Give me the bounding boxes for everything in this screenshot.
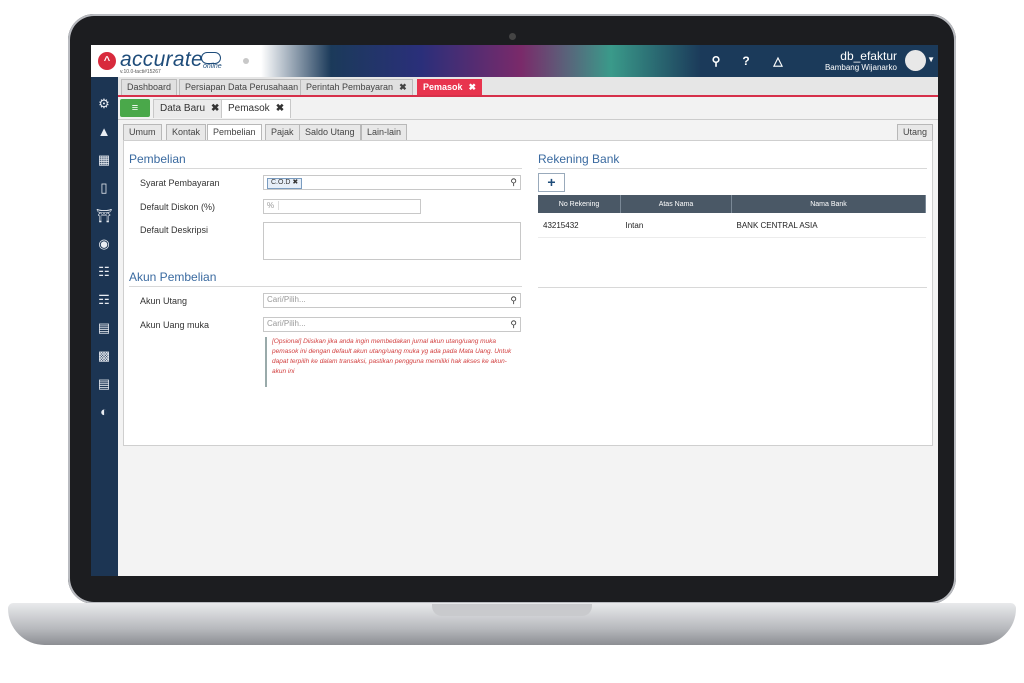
tab-label: Persiapan Data Perusahaan: [185, 82, 299, 92]
akun-utang-label: Akun Utang: [140, 296, 188, 306]
percent-suffix: %: [267, 201, 280, 210]
divider: [538, 287, 927, 288]
akun-note: [Opsional] Diisikan jika anda ingin memb…: [265, 337, 517, 387]
ledger-icon[interactable]: ▦: [95, 151, 113, 169]
camera-icon: [509, 33, 516, 40]
bag-icon[interactable]: ◉: [95, 235, 113, 253]
add-rekening-button[interactable]: +: [538, 173, 565, 192]
sub-tab-bar: ≡ Data Baru ✖ Pemasok ✖: [118, 97, 938, 120]
app-logo-sub: online: [203, 63, 222, 70]
akun-uangmuka-placeholder: Cari/Pilih...: [267, 319, 306, 328]
akun-uangmuka-field[interactable]: Cari/Pilih... ⚲: [263, 317, 521, 332]
form-area: Umum Kontak Pembelian Pajak Saldo Utang …: [118, 120, 938, 576]
tab-pemasok[interactable]: Pemasok ✖: [417, 79, 483, 95]
divider: [129, 286, 522, 287]
section-akun-title: Akun Pembelian: [129, 270, 217, 284]
default-deskripsi-textarea[interactable]: [263, 222, 521, 260]
chevron-down-icon[interactable]: ▼: [927, 55, 935, 64]
default-diskon-label: Default Diskon (%): [140, 202, 216, 212]
bell-icon[interactable]: △: [770, 53, 786, 69]
building-icon[interactable]: ▲: [95, 123, 113, 141]
table-cell: BANK CENTRAL ASIA: [731, 213, 926, 238]
akun-utang-field[interactable]: Cari/Pilih... ⚲: [263, 293, 521, 308]
divider: [129, 168, 522, 169]
tab-saldo-utang[interactable]: Saldo Utang: [299, 124, 361, 140]
status-dot-icon: [243, 58, 249, 64]
close-icon[interactable]: ✖: [211, 103, 219, 114]
divider: [538, 168, 927, 169]
tab-dashboard[interactable]: Dashboard: [121, 79, 178, 95]
tab-label: Dashboard: [127, 82, 172, 92]
accurate-logo-icon: ^: [98, 52, 116, 70]
report-icon[interactable]: ▤: [95, 375, 113, 393]
tab-label: Data Baru: [160, 103, 206, 114]
tab-pemasok-form[interactable]: Pemasok ✖: [221, 99, 292, 118]
sidebar: ⚙ ▲ ▦ ▯ ⛩ ◉ ☷ ☶ ▤ ▩ ▤ ◐: [91, 77, 118, 576]
column-header[interactable]: No Rekening: [538, 195, 621, 213]
chart-icon[interactable]: ◐: [95, 403, 113, 421]
main-tab-bar: Dashboard Persiapan Data Perusahaan Peri…: [118, 77, 938, 97]
laptop-notch: [432, 604, 592, 616]
tab-utang[interactable]: Utang: [897, 124, 934, 140]
tab-lain-lain[interactable]: Lain-lain: [361, 124, 408, 140]
close-icon[interactable]: ✖: [469, 82, 477, 92]
table-header-row: No Rekening Atas Nama Nama Bank: [538, 195, 926, 213]
db-name: db_efaktur: [840, 49, 897, 63]
tab-label: Pemasok: [228, 103, 270, 114]
search-icon[interactable]: ⚲: [510, 319, 517, 330]
selected-chip: C.O.D ✖: [267, 178, 303, 189]
section-pembelian-title: Pembelian: [129, 152, 186, 166]
column-header[interactable]: Atas Nama: [620, 195, 732, 213]
list-icon[interactable]: ≡: [120, 99, 150, 117]
gear-icon[interactable]: ⚙: [95, 95, 113, 113]
akun-uangmuka-label: Akun Uang muka: [140, 320, 210, 330]
table-cell: Intan: [620, 213, 732, 238]
form-panel: Pembelian Syarat Pembayaran C.O.D ✖ ⚲ De…: [123, 140, 933, 446]
tab-pajak[interactable]: Pajak: [265, 124, 300, 140]
tab-pembelian[interactable]: Pembelian: [207, 124, 262, 140]
bank-icon[interactable]: ⛩: [95, 207, 113, 225]
default-diskon-field[interactable]: %: [263, 199, 421, 214]
default-deskripsi-label: Default Deskripsi: [140, 225, 209, 235]
close-icon[interactable]: ✖: [276, 103, 284, 114]
table-cell: 43215432: [538, 213, 621, 238]
avatar[interactable]: [905, 50, 926, 71]
rekening-table: No Rekening Atas Nama Nama Bank 43215432…: [538, 195, 926, 238]
truck-cart-icon[interactable]: ☶: [95, 291, 113, 309]
table-row[interactable]: 43215432 Intan BANK CENTRAL ASIA: [538, 213, 926, 238]
close-icon[interactable]: ✖: [399, 82, 407, 92]
tab-data-baru[interactable]: Data Baru ✖: [153, 99, 227, 118]
column-header[interactable]: Nama Bank: [731, 195, 926, 213]
akun-utang-placeholder: Cari/Pilih...: [267, 295, 306, 304]
help-icon[interactable]: ?: [738, 53, 754, 69]
tab-persiapan-data[interactable]: Persiapan Data Perusahaan: [179, 79, 305, 95]
syarat-pembayaran-label: Syarat Pembayaran: [140, 178, 220, 188]
card-icon[interactable]: ▯: [95, 179, 113, 197]
top-bar: ^ accurate online v.10.0-tacti#15267 ⚲ ?…: [91, 45, 938, 77]
user-name: Bambang Wijanarko: [824, 63, 897, 72]
section-rekening-title: Rekening Bank: [538, 152, 620, 166]
app-version: v.10.0-tacti#15267: [120, 69, 161, 75]
search-icon[interactable]: ⚲: [510, 295, 517, 306]
tab-label: Pemasok: [423, 82, 463, 92]
main-area: Dashboard Persiapan Data Perusahaan Peri…: [118, 77, 938, 576]
app-screen: ^ accurate online v.10.0-tacti#15267 ⚲ ?…: [91, 45, 938, 576]
close-icon[interactable]: ✖: [292, 179, 298, 186]
tab-umum[interactable]: Umum: [123, 124, 162, 140]
search-icon[interactable]: ⚲: [708, 53, 724, 69]
tab-label: Perintah Pembayaran: [306, 82, 394, 92]
tab-kontak[interactable]: Kontak: [166, 124, 207, 140]
factory-icon[interactable]: ▤: [95, 319, 113, 337]
tab-perintah-pembayaran[interactable]: Perintah Pembayaran ✖: [300, 79, 413, 95]
chip-label: C.O.D: [271, 179, 291, 186]
cart-icon[interactable]: ☷: [95, 263, 113, 281]
register-icon[interactable]: ▩: [95, 347, 113, 365]
search-icon[interactable]: ⚲: [510, 177, 517, 188]
syarat-pembayaran-field[interactable]: C.O.D ✖ ⚲: [263, 175, 521, 190]
